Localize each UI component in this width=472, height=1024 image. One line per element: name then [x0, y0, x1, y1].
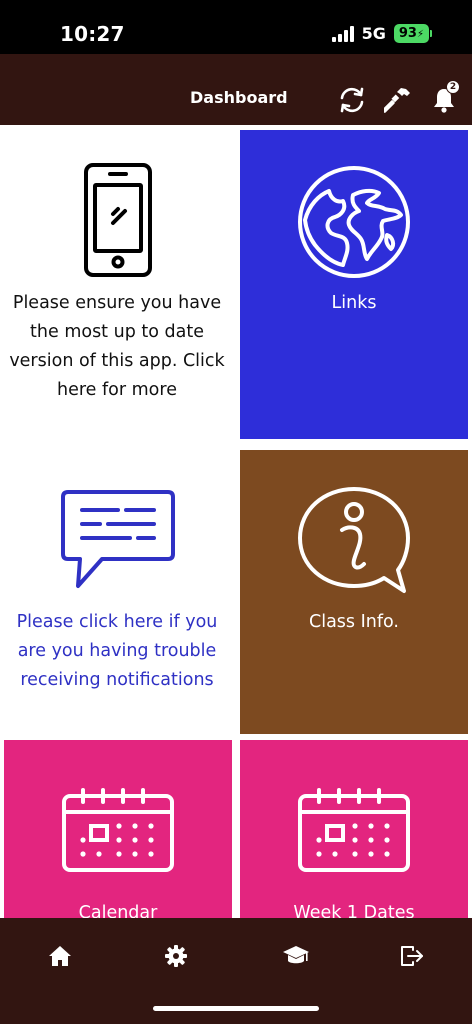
network-label: 5G — [361, 24, 386, 43]
page-title: Dashboard — [190, 88, 288, 107]
links-label: Links — [331, 293, 377, 313]
notification-badge: 2 — [446, 80, 460, 94]
home-indicator — [153, 1006, 319, 1011]
status-time: 10:27 — [60, 22, 125, 46]
home-icon — [49, 946, 71, 966]
app-header: Dashboard 2 — [0, 54, 472, 125]
refresh-icon — [340, 87, 364, 113]
class-info-label: Class Info. — [309, 612, 399, 632]
update-app-tile[interactable]: Please ensure you have the most up to da… — [0, 125, 234, 439]
battery-level: 93 — [398, 26, 417, 41]
tools-button[interactable] — [382, 84, 414, 116]
update-app-text: Please ensure you have the most up to da… — [9, 293, 225, 400]
settings-icon — [165, 945, 187, 967]
hammer-icon — [384, 88, 410, 113]
refresh-button[interactable] — [336, 84, 368, 116]
notifications-help-text: Please click here if you are you having … — [16, 612, 218, 690]
week-dates-tile[interactable]: Week 1 Dates — [240, 740, 468, 918]
week-dates-label: Week 1 Dates — [293, 903, 415, 918]
status-bar: 10:27 5G 93⚡ — [0, 0, 472, 54]
tab-home[interactable] — [42, 938, 78, 974]
class-info-tile[interactable]: Class Info. — [240, 450, 468, 734]
tab-classes[interactable] — [278, 938, 314, 974]
notifications-button[interactable]: 2 — [428, 80, 460, 116]
battery-icon: 93⚡ — [393, 24, 432, 43]
notifications-help-tile[interactable]: Please click here if you are you having … — [0, 445, 234, 734]
links-tile[interactable]: Links — [240, 130, 468, 439]
calendar-tile[interactable]: Calendar — [4, 740, 232, 918]
tab-settings[interactable] — [158, 938, 194, 974]
signal-icon — [331, 25, 354, 42]
status-indicators: 5G 93⚡ — [331, 24, 432, 43]
graduation-cap-icon — [283, 946, 309, 964]
tab-logout[interactable] — [394, 938, 430, 974]
globe-icon — [298, 166, 410, 278]
calendar-label: Calendar — [78, 903, 158, 918]
logout-icon — [401, 946, 423, 966]
phone-icon — [84, 163, 152, 277]
chat-icon — [61, 490, 175, 588]
info-icon — [298, 487, 410, 593]
calendar-icon — [62, 788, 174, 872]
calendar-icon — [298, 788, 410, 872]
